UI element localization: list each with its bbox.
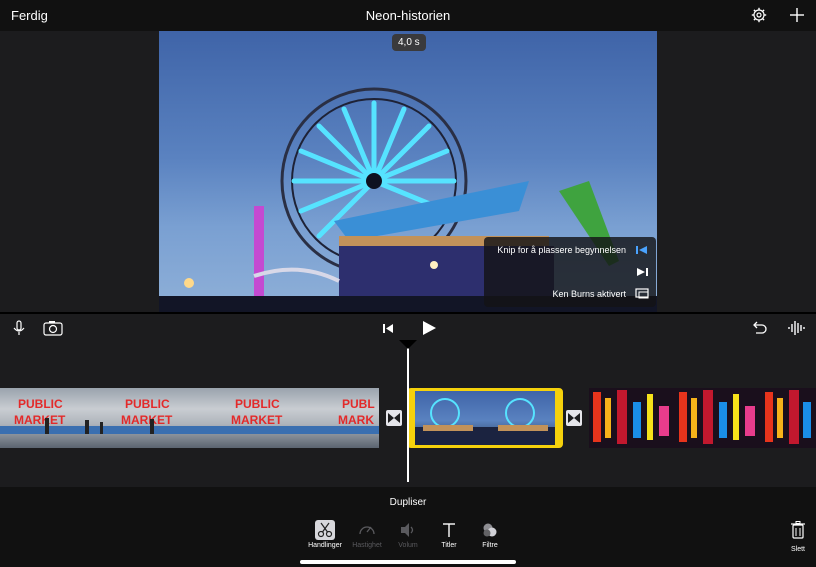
inspector-panel: Dupliser Handlinger Hastighet Volum Titl…	[0, 487, 816, 567]
clip-text-2: MARKET	[14, 413, 66, 427]
speaker-icon	[401, 523, 414, 537]
filters-icon	[483, 523, 497, 537]
timeline[interactable]: PUBLIC MARKET PUBLIC MARKET PUBLIC MARKE…	[0, 340, 816, 487]
undo-icon[interactable]	[750, 320, 768, 336]
delete-button[interactable]: Slett	[786, 521, 810, 553]
clip-text-6: MARKET	[231, 413, 283, 427]
microphone-icon[interactable]	[10, 320, 28, 336]
camera-icon[interactable]	[43, 320, 63, 336]
trash-icon	[791, 521, 805, 539]
clip-text-4: MARKET	[121, 413, 173, 427]
project-title: Neon-historien	[365, 8, 451, 23]
playhead[interactable]	[407, 342, 409, 482]
clip-text-5: PUBLIC	[235, 397, 280, 411]
speedometer-icon	[359, 526, 375, 535]
trim-end-hint[interactable]	[484, 261, 656, 283]
playhead-marker	[399, 340, 417, 349]
clip-public-market[interactable]: PUBLIC MARKET PUBLIC MARKET PUBLIC MARKE…	[0, 388, 379, 448]
home-indicator	[300, 560, 516, 564]
title-t-icon	[443, 523, 455, 537]
skip-to-end-icon	[637, 268, 648, 276]
transition-icon-2[interactable]	[566, 410, 582, 426]
clip-text-7: PUBL	[342, 397, 375, 411]
play-icon[interactable]	[420, 320, 438, 336]
audio-waveform-icon[interactable]	[787, 320, 807, 336]
scissors-icon	[315, 520, 335, 540]
skip-back-icon[interactable]	[381, 320, 395, 336]
ferris-wheel-thumbnails	[415, 398, 555, 445]
neon-signs-thumbnails	[593, 390, 811, 444]
trim-hints-panel: Knip for å plassere begynnelsen Ken Burn…	[484, 237, 656, 307]
trim-start-hint[interactable]: Knip for å plassere begynnelsen	[484, 239, 656, 261]
public-market-thumbnails: PUBLIC MARKET PUBLIC MARKET PUBLIC MARKE…	[0, 397, 379, 434]
ken-burns-icon	[635, 288, 649, 299]
ken-burns-hint[interactable]: Ken Burns aktivert	[484, 283, 656, 305]
duplicate-action-label[interactable]: Dupliser	[0, 497, 816, 508]
transition-icon-1[interactable]	[386, 410, 402, 426]
clip-text-3: PUBLIC	[125, 397, 170, 411]
video-viewer: 4,0 s Knip for å plassere begynnelsen Ke…	[0, 31, 816, 312]
clip-text-1: PUBLIC	[18, 397, 63, 411]
trim-start-hint-label: Knip for å plassere begynnelsen	[497, 245, 626, 255]
settings-gear-icon[interactable]	[751, 7, 767, 23]
clip-neon-signs[interactable]	[589, 388, 816, 448]
clip-duration-badge: 4,0 s	[392, 34, 426, 51]
delete-label: Slett	[790, 546, 805, 553]
add-media-plus-icon[interactable]	[789, 7, 805, 23]
clip-ferris-wheel-selected[interactable]	[407, 388, 563, 448]
ken-burns-label: Ken Burns aktivert	[552, 289, 626, 299]
transport-toolbar	[0, 312, 816, 342]
tool-filters-label: Filtre	[482, 542, 498, 549]
skip-to-start-icon	[636, 246, 647, 254]
clip-text-8: MARK	[338, 413, 374, 427]
top-bar: Ferdig Neon-historien	[0, 0, 816, 31]
tool-filters[interactable]: Filtre	[465, 520, 515, 549]
